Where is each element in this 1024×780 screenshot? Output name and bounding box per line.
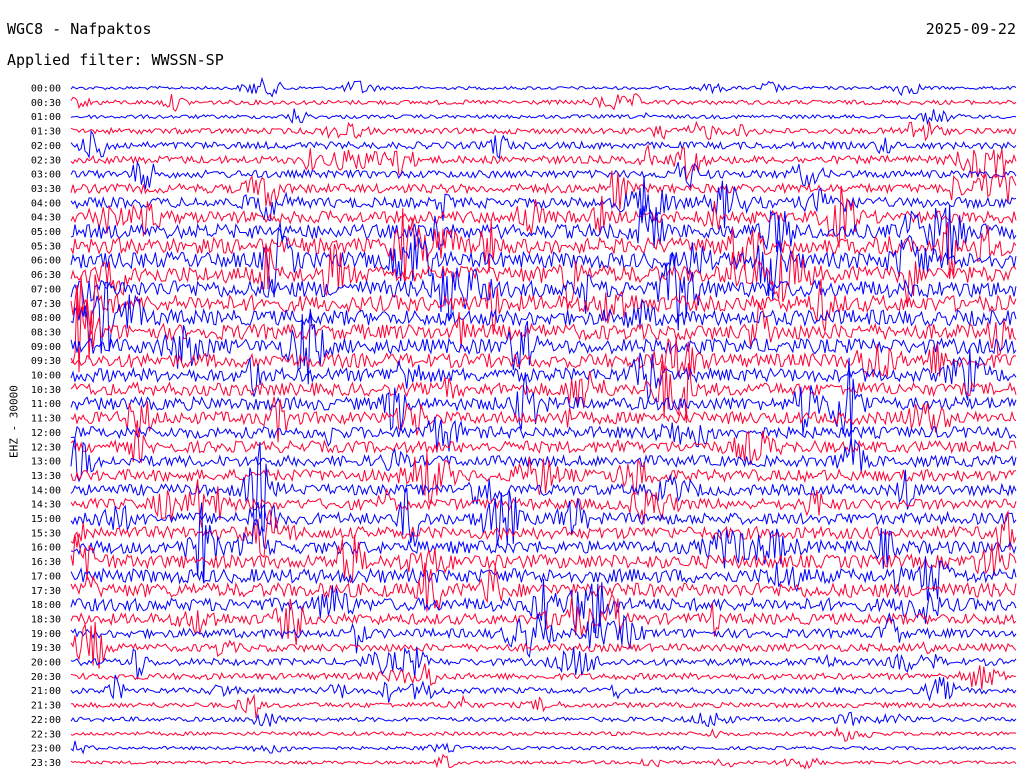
helicorder-plot: 00:00 00:30 01:00 01:30 02:00 02:30 03:00 03:30… — [31, 76, 1017, 770]
trace-line — [70, 726, 1017, 743]
row-time-label: 16:00 — [31, 543, 61, 554]
row-time-label: 01:30 — [31, 127, 61, 138]
trace-line — [70, 208, 1017, 284]
trace-line — [70, 663, 1017, 690]
row-time-label: 10:00 — [31, 371, 61, 382]
row-time-label: 07:30 — [31, 299, 61, 310]
row-time-label: 23:00 — [31, 744, 61, 755]
trace-line — [70, 120, 1017, 142]
row-time-label: 05:30 — [31, 241, 61, 252]
row-time-label: 19:30 — [31, 643, 61, 654]
row-time-label: 12:00 — [31, 428, 61, 439]
trace-line — [70, 93, 1017, 112]
row-time-label: 09:00 — [31, 342, 61, 353]
row-time-label: 14:00 — [31, 485, 61, 496]
row-time-label: 05:00 — [31, 227, 61, 238]
trace-line — [70, 711, 1017, 727]
row-time-label: 08:00 — [31, 313, 61, 324]
trace-line — [70, 170, 1017, 210]
row-time-label: 13:00 — [31, 457, 61, 468]
trace-line — [70, 740, 1017, 755]
trace-line — [70, 185, 1017, 248]
row-time-label: 04:30 — [31, 213, 61, 224]
row-time-label: 19:00 — [31, 629, 61, 640]
row-time-label: 18:00 — [31, 600, 61, 611]
row-time-label: 11:00 — [31, 399, 61, 410]
row-time-label: 00:30 — [31, 98, 61, 109]
trace-line — [70, 76, 1017, 98]
row-time-label: 18:30 — [31, 614, 61, 625]
row-time-label: 11:30 — [31, 414, 61, 425]
trace-line — [70, 646, 1017, 680]
row-time-label: 16:30 — [31, 557, 61, 568]
row-time-label: 22:30 — [31, 729, 61, 740]
row-time-label: 13:30 — [31, 471, 61, 482]
row-time-label: 20:30 — [31, 672, 61, 683]
trace-line — [70, 176, 1017, 229]
trace-line — [70, 753, 1017, 770]
row-time-label: 14:30 — [31, 500, 61, 511]
trace-line — [70, 243, 1017, 311]
row-time-label: 01:00 — [31, 112, 61, 123]
row-time-label: 20:00 — [31, 658, 61, 669]
row-time-label: 06:30 — [31, 270, 61, 281]
row-time-label: 06:00 — [31, 256, 61, 267]
row-time-label: 03:00 — [31, 170, 61, 181]
row-time-label: 23:30 — [31, 758, 61, 769]
row-time-label: 15:00 — [31, 514, 61, 525]
row-time-label: 00:00 — [31, 84, 61, 95]
row-time-label: 21:00 — [31, 686, 61, 697]
row-time-label: 03:30 — [31, 184, 61, 195]
row-time-label: 17:30 — [31, 586, 61, 597]
row-time-label: 22:00 — [31, 715, 61, 726]
row-time-label: 02:00 — [31, 141, 61, 152]
row-time-label: 17:00 — [31, 571, 61, 582]
trace-line — [70, 674, 1017, 703]
trace-line — [70, 129, 1017, 160]
row-time-label: 02:30 — [31, 155, 61, 166]
trace-line — [70, 160, 1017, 190]
trace-line — [71, 693, 1017, 719]
trace-line — [70, 108, 1017, 126]
row-time-label: 12:30 — [31, 442, 61, 453]
row-time-label: 08:30 — [31, 327, 61, 338]
trace-line — [70, 420, 1017, 465]
row-time-label: 09:30 — [31, 356, 61, 367]
row-time-label: 21:30 — [31, 701, 61, 712]
row-time-label: 10:30 — [31, 385, 61, 396]
row-time-label: 15:30 — [31, 528, 61, 539]
row-time-label: 04:00 — [31, 198, 61, 209]
trace-line — [70, 452, 1017, 505]
row-time-label: 07:00 — [31, 284, 61, 295]
